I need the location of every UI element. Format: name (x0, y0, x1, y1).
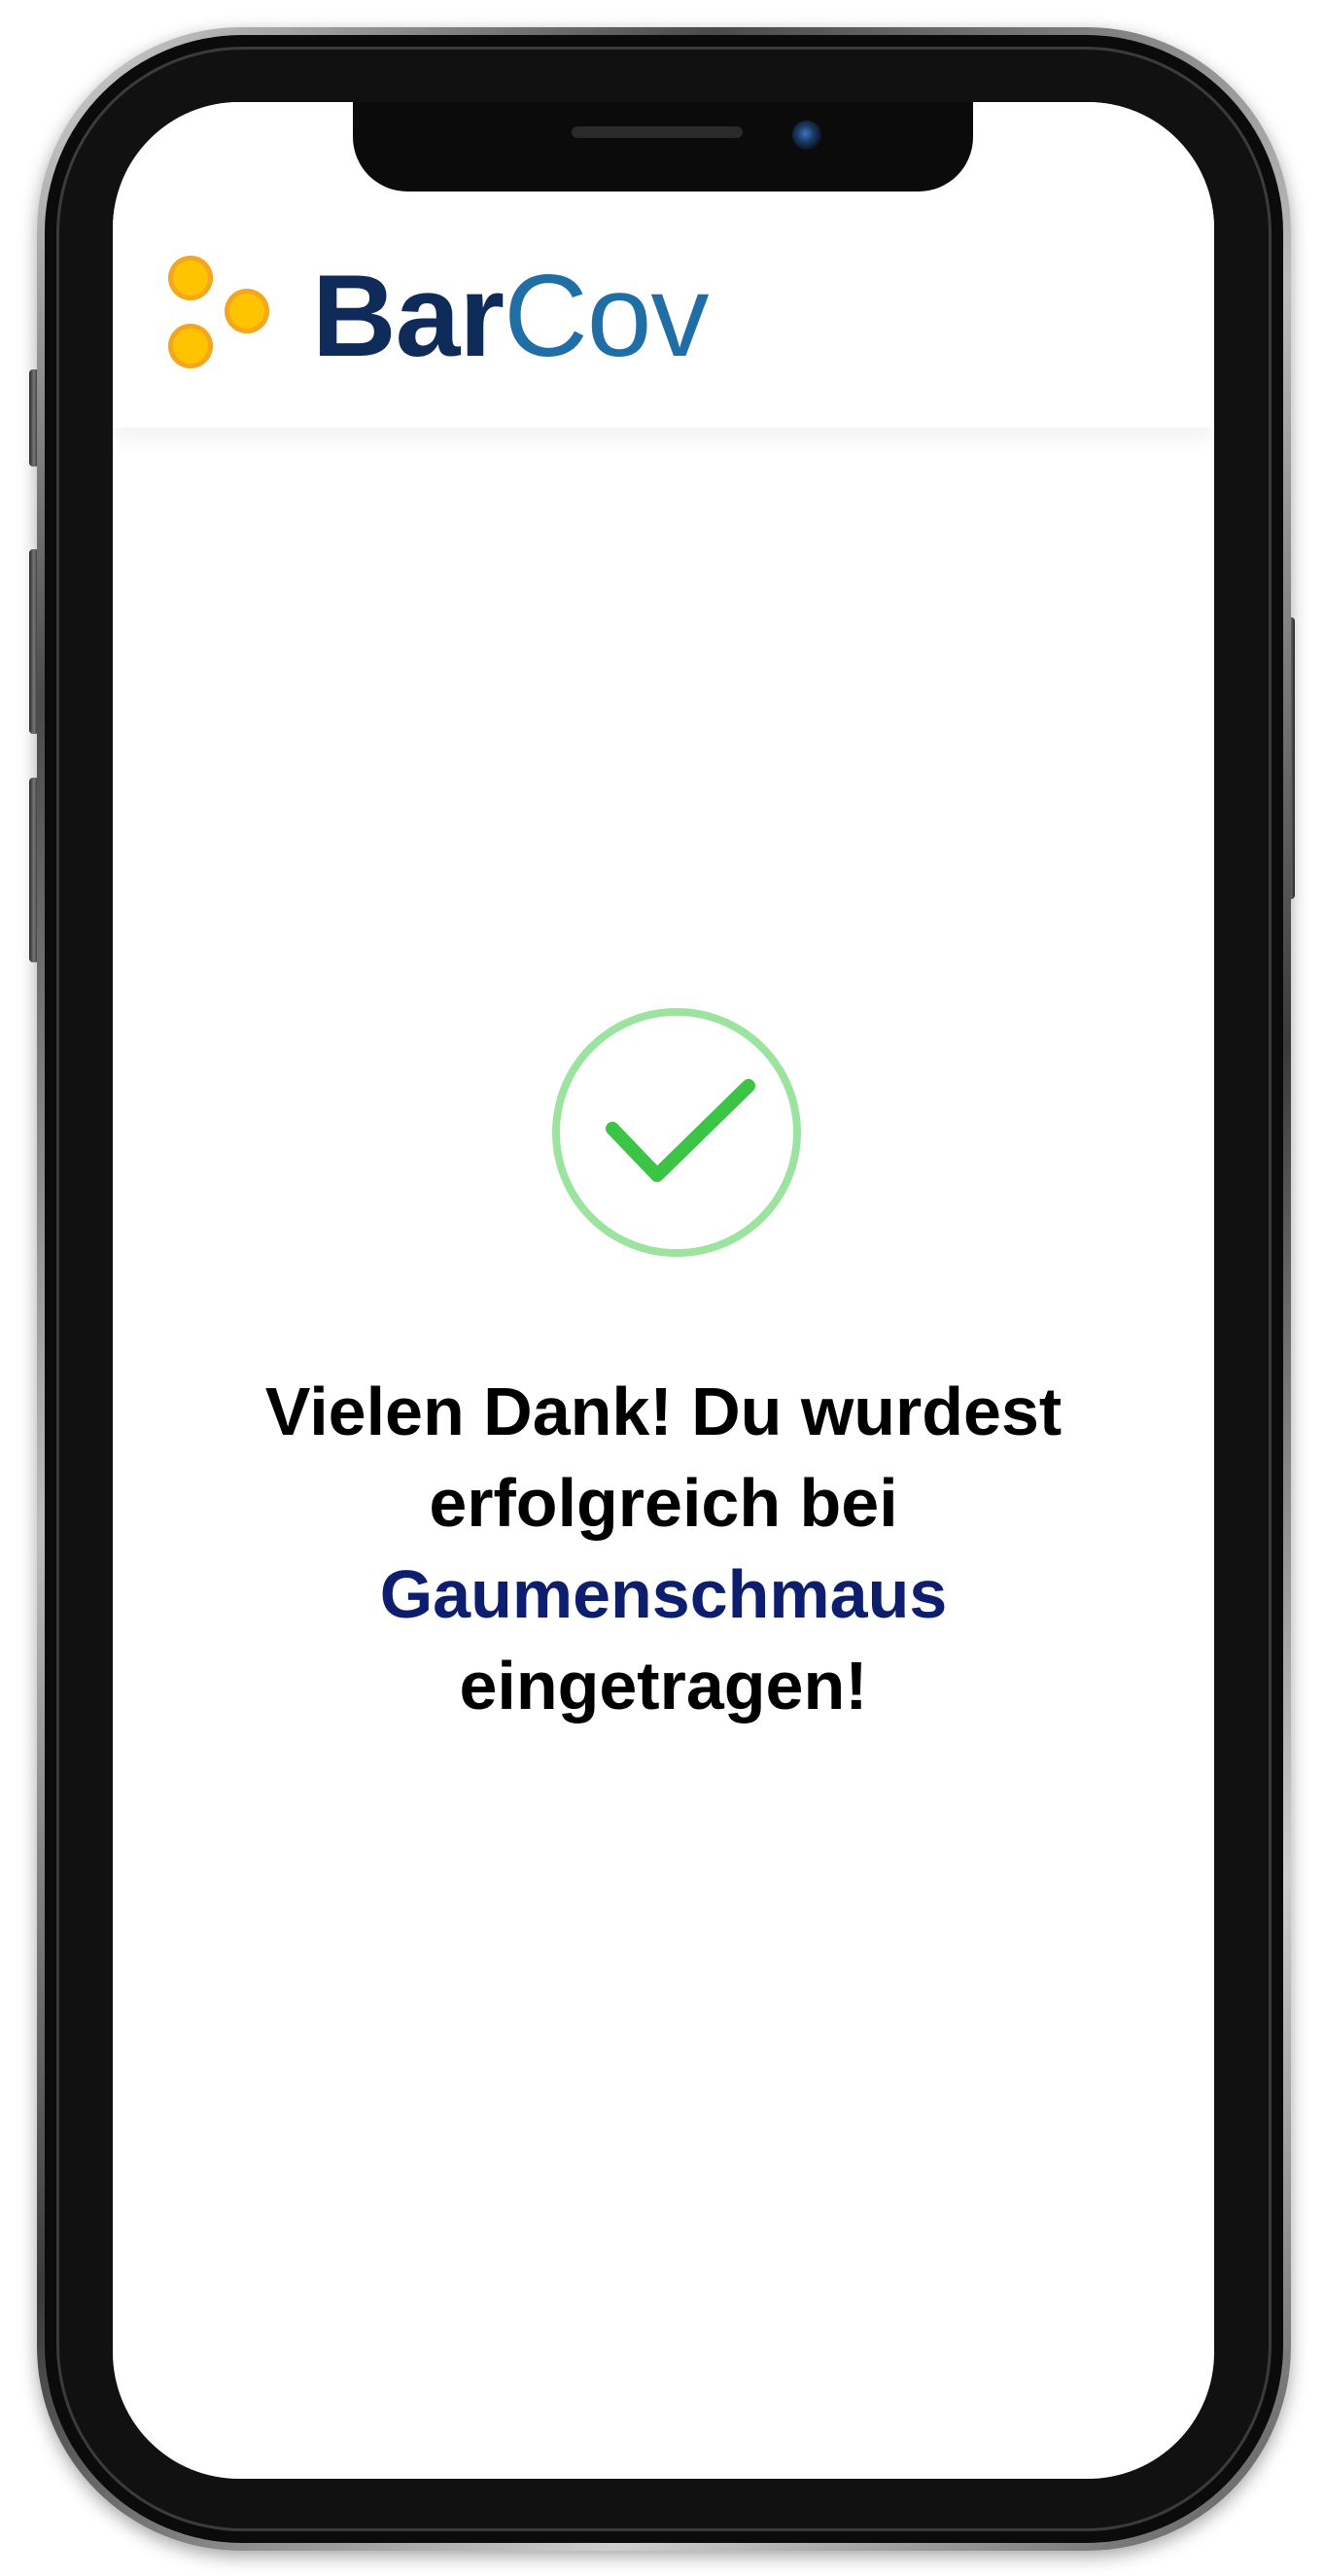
phone-screen: BarCov Vielen Dank! Du wurdest erfolgrei… (113, 102, 1214, 2479)
brand-cov-text: Cov (504, 251, 709, 381)
success-ring (552, 1008, 801, 1257)
front-camera (792, 121, 821, 150)
barcov-logo[interactable]: BarCov (168, 253, 710, 379)
brand-wordmark: BarCov (312, 258, 710, 374)
phone-notch (353, 102, 973, 191)
brand-bar-text: Bar (312, 251, 505, 381)
logo-dot (168, 255, 213, 300)
venue-name: Gaumenschmaus (379, 1556, 948, 1632)
message-text-after: eingetragen! (459, 1648, 868, 1723)
checkmark-icon (606, 1079, 755, 1182)
logo-dot (168, 323, 213, 368)
logo-dot (225, 288, 269, 333)
earpiece-speaker (572, 126, 743, 138)
message-text-before: Vielen Dank! Du wurdest erfolgreich bei (264, 1374, 1063, 1541)
checkmark-circle-icon (552, 1008, 801, 1257)
three-dots-icon (168, 255, 285, 377)
confirmation-message: Vielen Dank! Du wurdest erfolgreich bei … (152, 1366, 1175, 1731)
